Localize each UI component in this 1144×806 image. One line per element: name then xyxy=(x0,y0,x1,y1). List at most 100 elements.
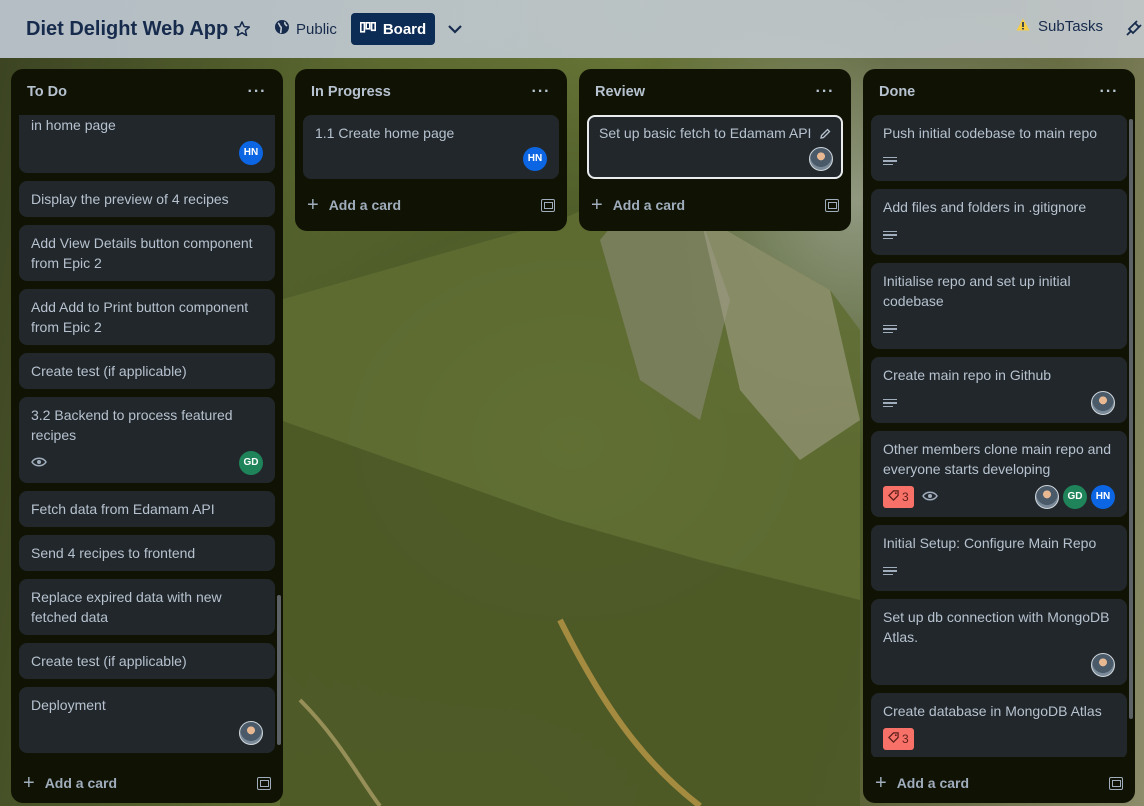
list-title[interactable]: Review xyxy=(595,84,645,100)
add-card-button[interactable]: + Add a card xyxy=(591,195,685,215)
card[interactable]: Display the preview of 4 recipes xyxy=(19,181,275,217)
visibility-label: Public xyxy=(296,20,337,38)
card-title: Create test (if applicable) xyxy=(31,363,187,379)
tag-icon xyxy=(888,729,899,749)
list-title[interactable]: To Do xyxy=(27,84,67,100)
card-title: 3.2 Backend to process featured recipes xyxy=(31,407,233,443)
card[interactable]: Initial Setup: Configure Main Repo xyxy=(871,525,1127,591)
card-title: Create main repo in Github xyxy=(883,367,1052,383)
card[interactable]: 3.2 Backend to process featured recipes … xyxy=(19,397,275,483)
card[interactable]: Add files and folders in .gitignore xyxy=(871,189,1127,255)
card[interactable]: Send 4 recipes to frontend xyxy=(19,535,275,571)
avatar-hn[interactable]: HN xyxy=(523,147,547,171)
card-title: Send 4 recipes to frontend xyxy=(31,545,196,561)
list-in-progress: In Progress ··· 1.1 Create home page HN … xyxy=(295,69,567,231)
description-icon xyxy=(883,564,897,578)
plus-icon: + xyxy=(307,194,319,216)
avatar-hn[interactable]: HN xyxy=(239,141,263,165)
card-title: Initialise repo and set up initial codeb… xyxy=(883,273,1071,309)
pin-icon[interactable] xyxy=(1126,18,1144,40)
add-card-button[interactable]: + Add a card xyxy=(307,195,401,215)
list-cards-scroll[interactable]: 3.1 Create Featured Recipes section in h… xyxy=(11,115,283,757)
card[interactable]: Push initial codebase to main repo xyxy=(871,115,1127,181)
plus-icon: + xyxy=(875,772,887,794)
card[interactable]: Initialise repo and set up initial codeb… xyxy=(871,263,1127,349)
pencil-icon[interactable] xyxy=(819,125,831,145)
template-icon[interactable] xyxy=(1109,776,1123,790)
board-view-label: Board xyxy=(382,20,427,38)
list-cards-scroll[interactable]: Push initial codebase to main repo Add f… xyxy=(863,115,1135,757)
badge-count: 3 xyxy=(902,732,909,746)
card-title: Initial Setup: Configure Main Repo xyxy=(883,535,1097,551)
list-to-do: To Do ··· 3.1 Create Featured Recipes se… xyxy=(11,69,283,803)
card[interactable]: 1.1 Create home page HN xyxy=(303,115,559,179)
card-title: Add View Details button component from E… xyxy=(31,235,253,271)
add-card-row: + Add a card xyxy=(579,187,851,223)
avatar-gd[interactable]: GD xyxy=(1063,485,1087,509)
star-icon[interactable] xyxy=(230,17,254,41)
card[interactable]: Create test (if applicable) xyxy=(19,643,275,679)
card[interactable]: Set up db connection with MongoDB Atlas. xyxy=(871,599,1127,685)
card-title: Set up db connection with MongoDB Atlas. xyxy=(883,609,1110,645)
card[interactable]: Create test (if applicable) xyxy=(19,353,275,389)
list-title[interactable]: In Progress xyxy=(311,84,391,100)
avatar-photo[interactable] xyxy=(1091,653,1115,677)
board-header: Diet Delight Web App Public Board SubTas… xyxy=(0,0,1144,58)
avatar-hn[interactable]: HN xyxy=(1091,485,1115,509)
add-card-row: + Add a card xyxy=(11,765,283,801)
list-menu-icon[interactable]: ··· xyxy=(1097,83,1121,101)
board-title[interactable]: Diet Delight Web App xyxy=(26,18,228,41)
card[interactable]: Create database in MongoDB Atlas 3 xyxy=(871,693,1127,757)
add-card-button[interactable]: + Add a card xyxy=(23,773,117,793)
add-card-label: Add a card xyxy=(612,197,686,213)
add-card-button[interactable]: + Add a card xyxy=(875,773,969,793)
card-title: Push initial codebase to main repo xyxy=(883,125,1098,141)
eye-icon xyxy=(921,487,938,507)
card-title: Create database in MongoDB Atlas xyxy=(883,703,1102,719)
avatar-gd[interactable]: GD xyxy=(239,451,263,475)
add-card-label: Add a card xyxy=(328,197,402,213)
list-menu-icon[interactable]: ··· xyxy=(813,83,837,101)
subtasks-button[interactable]: SubTasks xyxy=(1016,18,1103,35)
template-icon[interactable] xyxy=(825,198,839,212)
card[interactable]: Add Add to Print button component from E… xyxy=(19,289,275,345)
list-menu-icon[interactable]: ··· xyxy=(529,83,553,101)
card[interactable]: Deployment xyxy=(19,687,275,753)
visibility-button[interactable]: Public xyxy=(270,15,341,43)
card-title: in home page xyxy=(31,117,116,133)
card[interactable]: Fetch data from Edamam API xyxy=(19,491,275,527)
card-title: Add files and folders in .gitignore xyxy=(883,199,1087,215)
card-title: 1.1 Create home page xyxy=(315,125,455,141)
add-card-label: Add a card xyxy=(896,775,970,791)
tag-icon xyxy=(888,487,899,507)
template-icon[interactable] xyxy=(257,776,271,790)
list-scrollbar[interactable] xyxy=(1129,119,1133,719)
checklist-badge: 3 xyxy=(883,486,914,508)
add-card-label: Add a card xyxy=(44,775,118,791)
card[interactable]: Add View Details button component from E… xyxy=(19,225,275,281)
list-scrollbar[interactable] xyxy=(277,595,281,745)
avatar-photo[interactable] xyxy=(809,147,833,171)
card[interactable]: Replace expired data with new fetched da… xyxy=(19,579,275,635)
board-view-button[interactable]: Board xyxy=(351,13,435,45)
list-menu-icon[interactable]: ··· xyxy=(245,83,269,101)
card[interactable]: Set up basic fetch to Edamam API xyxy=(587,115,843,179)
add-card-row: + Add a card xyxy=(863,765,1135,801)
checklist-badge: 3 xyxy=(883,728,914,750)
card-title: Deployment xyxy=(31,697,106,713)
card-title: Create test (if applicable) xyxy=(31,653,187,669)
card[interactable]: Create main repo in Github xyxy=(871,357,1127,423)
template-icon[interactable] xyxy=(541,198,555,212)
avatar-photo[interactable] xyxy=(1035,485,1059,509)
warning-icon xyxy=(1016,18,1030,35)
description-icon xyxy=(883,322,897,336)
list-title[interactable]: Done xyxy=(879,84,915,100)
card[interactable]: Other members clone main repo and everyo… xyxy=(871,431,1127,517)
avatar-photo[interactable] xyxy=(1091,391,1115,415)
card[interactable]: 3.1 Create Featured Recipes section in h… xyxy=(19,115,275,173)
card-title: Fetch data from Edamam API xyxy=(31,501,215,517)
add-card-row: + Add a card xyxy=(295,187,567,223)
avatar-photo[interactable] xyxy=(239,721,263,745)
chevron-down-icon[interactable] xyxy=(444,17,466,41)
plus-icon: + xyxy=(591,194,603,216)
